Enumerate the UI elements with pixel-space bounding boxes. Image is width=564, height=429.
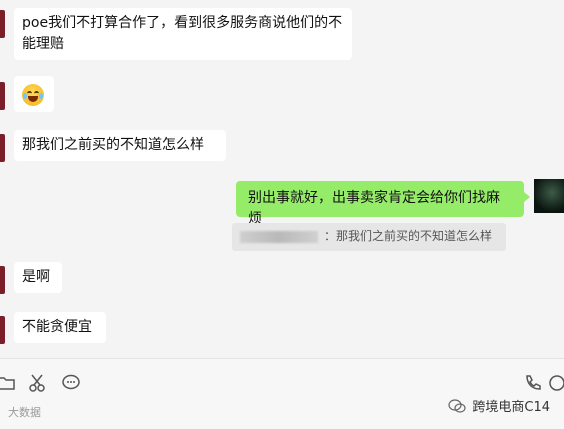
avatar[interactable] <box>0 10 5 38</box>
phone-icon[interactable] <box>523 373 543 393</box>
blurred-name <box>240 230 318 243</box>
my-avatar[interactable] <box>534 179 564 213</box>
message-text: 那我们之前买的不知道怎么样 <box>22 137 204 153</box>
message-text: 别出事就好，出事卖家肯定会给你们找麻烦 <box>248 190 500 227</box>
chat-icon[interactable] <box>61 373 81 393</box>
scissors-icon[interactable] <box>27 373 47 393</box>
quoted-message[interactable]: ：那我们之前买的不知道怎么样 <box>232 223 506 251</box>
watermark-left: 大数据 <box>8 406 41 419</box>
input-toolbar <box>0 358 564 429</box>
folder-icon[interactable] <box>0 373 16 393</box>
avatar[interactable] <box>0 266 5 294</box>
message-text: 不能贪便宜 <box>22 319 92 335</box>
message-bubble[interactable]: 不能贪便宜 <box>14 312 106 343</box>
message-text: 是啊 <box>22 269 50 285</box>
message-bubble[interactable]: 是啊 <box>14 262 62 293</box>
wechat-icon <box>448 398 466 413</box>
message-bubble[interactable]: 那我们之前买的不知道怎么样 <box>14 130 226 161</box>
message-text: poe我们不打算合作了，看到很多服务商说他们的不能理赔 <box>22 15 343 52</box>
message-bubble-outgoing[interactable]: 别出事就好，出事卖家肯定会给你们找麻烦 <box>236 181 530 227</box>
message-bubble[interactable]: poe我们不打算合作了，看到很多服务商说他们的不能理赔 <box>14 8 352 60</box>
avatar[interactable] <box>0 82 5 110</box>
video-icon[interactable] <box>547 373 564 393</box>
chat-area: poe我们不打算合作了，看到很多服务商说他们的不能理赔 那我们之前买的不知道怎么… <box>0 0 564 358</box>
avatar[interactable] <box>0 316 5 344</box>
laugh-cry-emoji-icon <box>22 84 44 106</box>
quote-text: ：那我们之前买的不知道怎么样 <box>324 229 493 243</box>
avatar[interactable] <box>0 134 5 162</box>
watermark-right: 跨境电商C14 <box>448 396 550 415</box>
account-name: 跨境电商C14 <box>472 400 550 415</box>
